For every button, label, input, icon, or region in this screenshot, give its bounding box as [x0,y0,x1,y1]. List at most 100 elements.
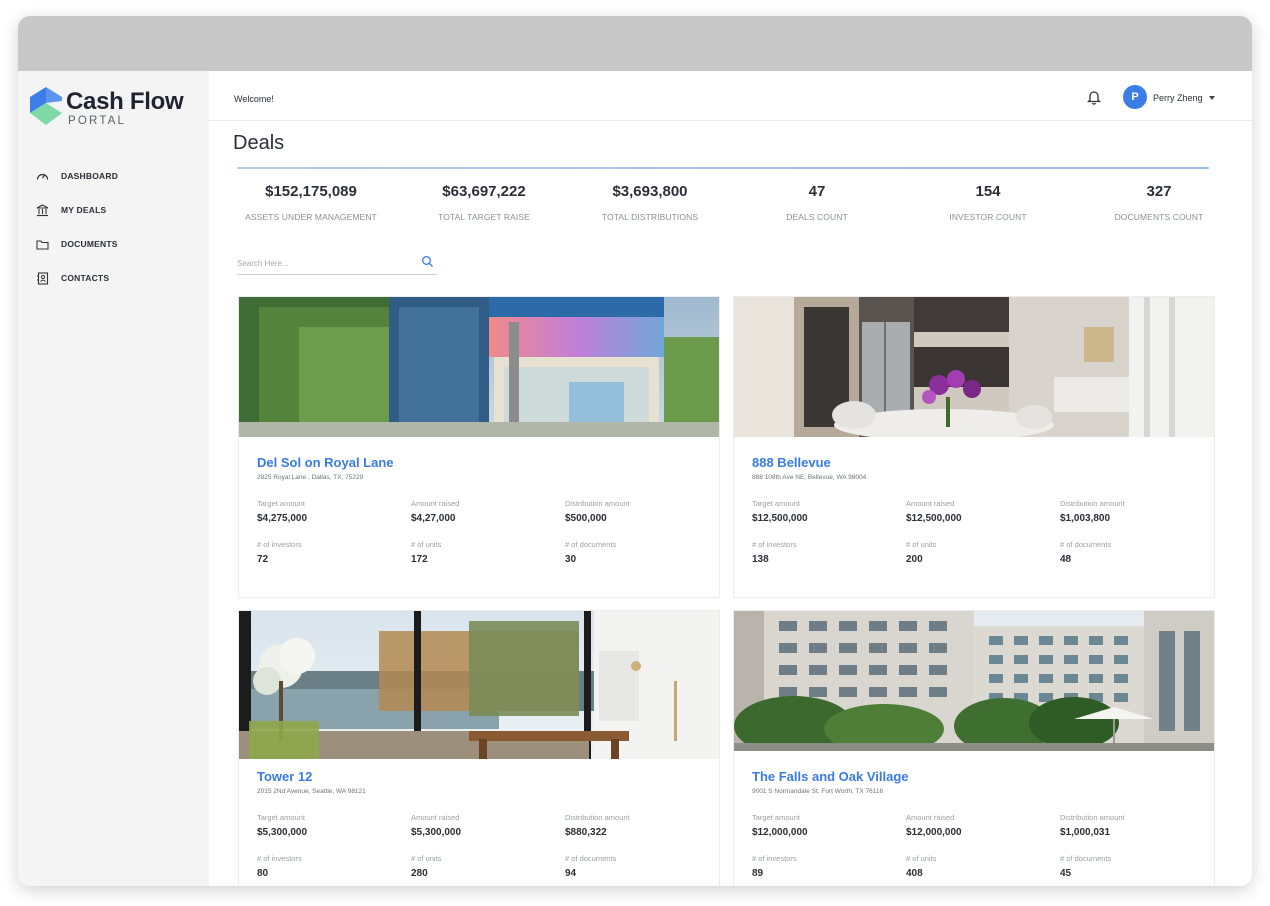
metric-documents: # of documents 48 [1060,540,1210,565]
deal-card[interactable]: The Falls and Oak Village 9001 S Normand… [733,610,1215,886]
stat-label: TOTAL TARGET RAISE [438,212,530,222]
stat-value: 327 [1146,183,1172,200]
metric-value: 408 [906,868,923,879]
metric-label: Amount raised [411,499,460,508]
metric-value: $500,000 [565,513,607,524]
deal-name[interactable]: 888 Bellevue [752,455,831,470]
metric-label: Distribution amount [1060,813,1125,822]
metric-target-amount: Target amount $4,275,000 [257,499,407,524]
sidebar-item-dashboard[interactable]: DASHBOARD [34,159,204,193]
metric-investors: # of investors 138 [752,540,902,565]
bell-icon[interactable] [1086,89,1102,105]
deal-image [239,611,719,759]
deal-image [734,297,1214,437]
metric-label: Target amount [752,813,800,822]
metric-target-amount: Target amount $12,000,000 [752,813,902,838]
metric-label: # of investors [257,540,302,549]
metric-value: $12,500,000 [906,513,962,524]
stat-assets-under-management: $152,175,089 ASSETS UNDER MANAGEMENT [216,183,406,222]
logo-subtitle: PORTAL [68,115,127,127]
metric-value: 80 [257,868,269,879]
main-content: Welcome! P Perry Zheng Deals $152,175,08… [209,71,1252,886]
metric-value: 172 [411,554,428,565]
sidebar-item-contacts[interactable]: CONTACTS [34,261,204,295]
logo-title: Cash Flow [66,88,184,115]
metric-distribution-amount: Distribution amount $1,000,031 [1060,813,1210,838]
metric-target-amount: Target amount $12,500,000 [752,499,902,524]
metric-label: Target amount [752,499,800,508]
metric-units: # of units 200 [906,540,1056,565]
stat-label: INVESTOR COUNT [949,212,1027,222]
metric-target-amount: Target amount $5,300,000 [257,813,407,838]
folder-icon [34,236,50,252]
deal-card[interactable]: Del Sol on Royal Lane 2825 Royal Lane , … [238,296,720,598]
sidebar-item-documents[interactable]: DOCUMENTS [34,227,204,261]
metric-label: Target amount [257,813,305,822]
stat-label: DOCUMENTS COUNT [1114,212,1204,222]
logo[interactable]: Cash Flow PORTAL [30,87,200,129]
metric-label: # of units [411,540,442,549]
deal-address: 9001 S Normandale St, Fort Worth, TX 761… [752,788,884,795]
metric-units: # of units 172 [411,540,561,565]
deal-address: 2825 Royal Lane , Dallas, TX, 75229 [257,474,364,481]
metric-value: $880,322 [565,827,607,838]
metric-value: 138 [752,554,769,565]
metric-documents: # of documents 94 [565,854,715,879]
metric-value: $12,500,000 [752,513,808,524]
metric-value: $5,300,000 [411,827,462,838]
deal-card[interactable]: Tower 12 2015 2Nd Avenue, Seattle, WA 98… [238,610,720,886]
metric-value: $4,275,000 [257,513,308,524]
metric-value: 72 [257,554,269,565]
metric-label: # of units [906,854,937,863]
metric-units: # of units 280 [411,854,561,879]
stat-total-target-raise: $63,697,222 TOTAL TARGET RAISE [389,183,579,222]
avatar[interactable]: P [1123,85,1147,109]
deal-name[interactable]: Tower 12 [257,769,312,784]
metric-distribution-amount: Distribution amount $880,322 [565,813,715,838]
metric-label: # of investors [257,854,302,863]
stat-label: TOTAL DISTRIBUTIONS [601,212,699,222]
metric-investors: # of investors 72 [257,540,407,565]
metric-label: Distribution amount [1060,499,1125,508]
metric-investors: # of investors 80 [257,854,407,879]
metric-label: # of documents [565,540,617,549]
metric-value: $12,000,000 [906,827,962,838]
chevron-down-icon[interactable] [1209,96,1215,100]
metric-label: # of units [411,854,442,863]
metric-label: # of documents [565,854,617,863]
deal-name[interactable]: The Falls and Oak Village [752,769,909,784]
stat-documents-count: 327 DOCUMENTS COUNT [1064,183,1252,222]
metric-value: $1,000,031 [1060,827,1111,838]
search-input[interactable] [237,256,409,270]
metric-label: # of documents [1060,854,1112,863]
bank-icon [34,202,50,218]
metric-value: 280 [411,868,428,879]
stat-value: $63,697,222 [442,183,526,200]
sidebar-item-label: CONTACTS [61,273,110,283]
metric-distribution-amount: Distribution amount $500,000 [565,499,715,524]
deal-card[interactable]: 888 Bellevue 888 108th Ave NE, Bellevue,… [733,296,1215,598]
metric-label: # of units [906,540,937,549]
metric-amount-raised: Amount raised $5,300,000 [411,813,561,838]
deal-name[interactable]: Del Sol on Royal Lane [257,455,394,470]
sidebar-nav: DASHBOARD MY DEALS DOCUMENTS CONTACTS [34,159,204,295]
user-name[interactable]: Perry Zheng [1153,93,1203,103]
metric-investors: # of investors 89 [752,854,902,879]
metric-label: # of investors [752,540,797,549]
search-icon[interactable] [421,255,434,268]
sidebar-item-label: DASHBOARD [61,171,119,181]
sidebar: Cash Flow PORTAL DASHBOARD MY DEALS DOCU… [18,71,209,886]
title-divider [237,167,1209,169]
metric-documents: # of documents 30 [565,540,715,565]
metric-value: $12,000,000 [752,827,808,838]
stats-row: $152,175,089 ASSETS UNDER MANAGEMENT $63… [209,183,1252,237]
metric-label: Distribution amount [565,813,630,822]
sidebar-item-my-deals[interactable]: MY DEALS [34,193,204,227]
metric-label: Distribution amount [565,499,630,508]
deal-image [239,297,719,437]
metric-value: $5,300,000 [257,827,308,838]
deal-address: 888 108th Ave NE, Bellevue, WA 98004 [752,474,867,481]
deal-image [734,611,1214,751]
stat-value: 154 [975,183,1001,200]
stat-value: $152,175,089 [265,183,357,200]
